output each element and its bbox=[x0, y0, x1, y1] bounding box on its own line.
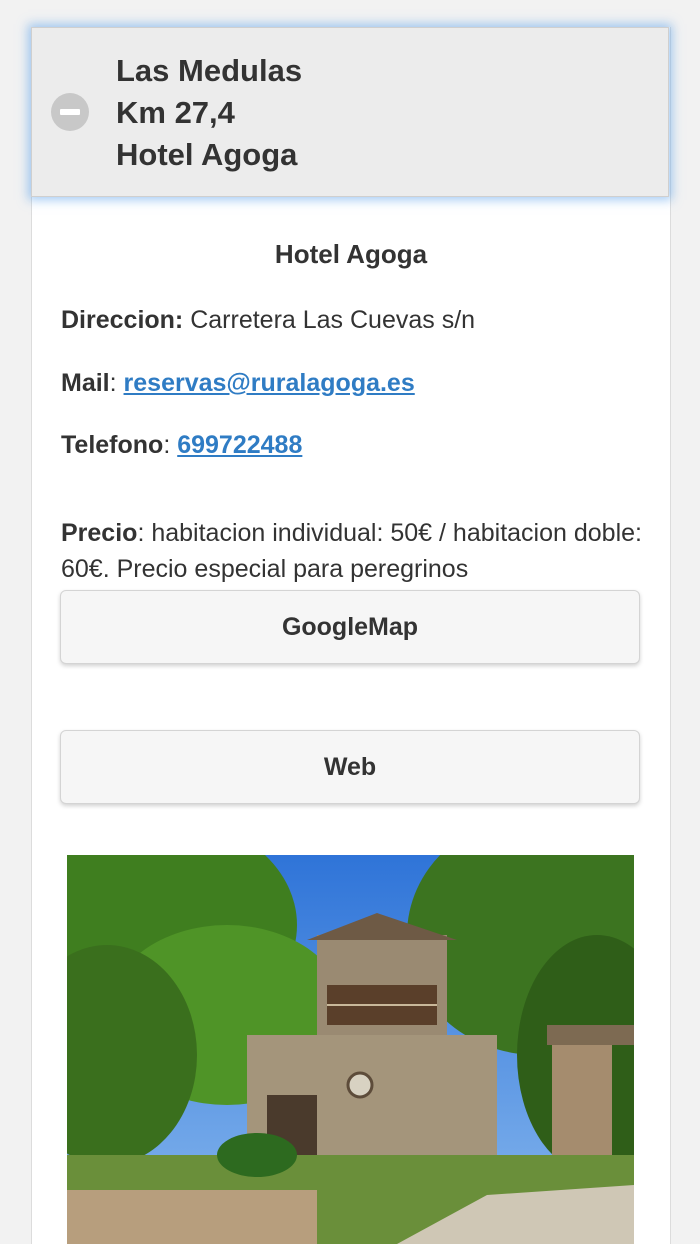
minus-circle-icon[interactable] bbox=[51, 93, 89, 131]
header-line-hotel: Hotel Agoga bbox=[116, 137, 298, 172]
hotel-photo bbox=[67, 855, 634, 1244]
header-line-km: Km 27,4 bbox=[116, 95, 235, 130]
hotel-details: Hotel Agoga Direccion: Carretera Las Cue… bbox=[61, 236, 642, 583]
address-row: Direccion: Carretera Las Cuevas s/n bbox=[61, 302, 475, 338]
mail-link[interactable]: reservas@ruralagoga.es bbox=[124, 369, 415, 397]
mail-colon: : bbox=[109, 369, 124, 397]
header-title: Las Medulas Km 27,4 Hotel Agoga bbox=[116, 50, 302, 176]
web-button[interactable]: Web bbox=[60, 730, 640, 804]
price-value: : habitacion individual: 50€ / habitacio… bbox=[61, 519, 642, 583]
phone-link[interactable]: 699722488 bbox=[177, 431, 302, 459]
price-label: Precio bbox=[61, 519, 138, 547]
phone-colon: : bbox=[163, 431, 178, 459]
mail-label: Mail bbox=[61, 369, 110, 397]
mail-row: Mail: reservas@ruralagoga.es bbox=[61, 365, 415, 401]
address-value: Carretera Las Cuevas s/n bbox=[183, 306, 476, 334]
googlemap-button[interactable]: GoogleMap bbox=[60, 590, 640, 664]
header-line-location: Las Medulas bbox=[116, 53, 303, 88]
address-label: Direccion: bbox=[61, 306, 184, 334]
hotel-title: Hotel Agoga bbox=[274, 239, 428, 269]
phone-row: Telefono: 699722488 bbox=[61, 427, 302, 463]
phone-label: Telefono bbox=[61, 431, 164, 459]
collapsible-header[interactable]: Las Medulas Km 27,4 Hotel Agoga bbox=[31, 27, 669, 197]
price-row: Precio: habitacion individual: 50€ / hab… bbox=[61, 515, 651, 587]
